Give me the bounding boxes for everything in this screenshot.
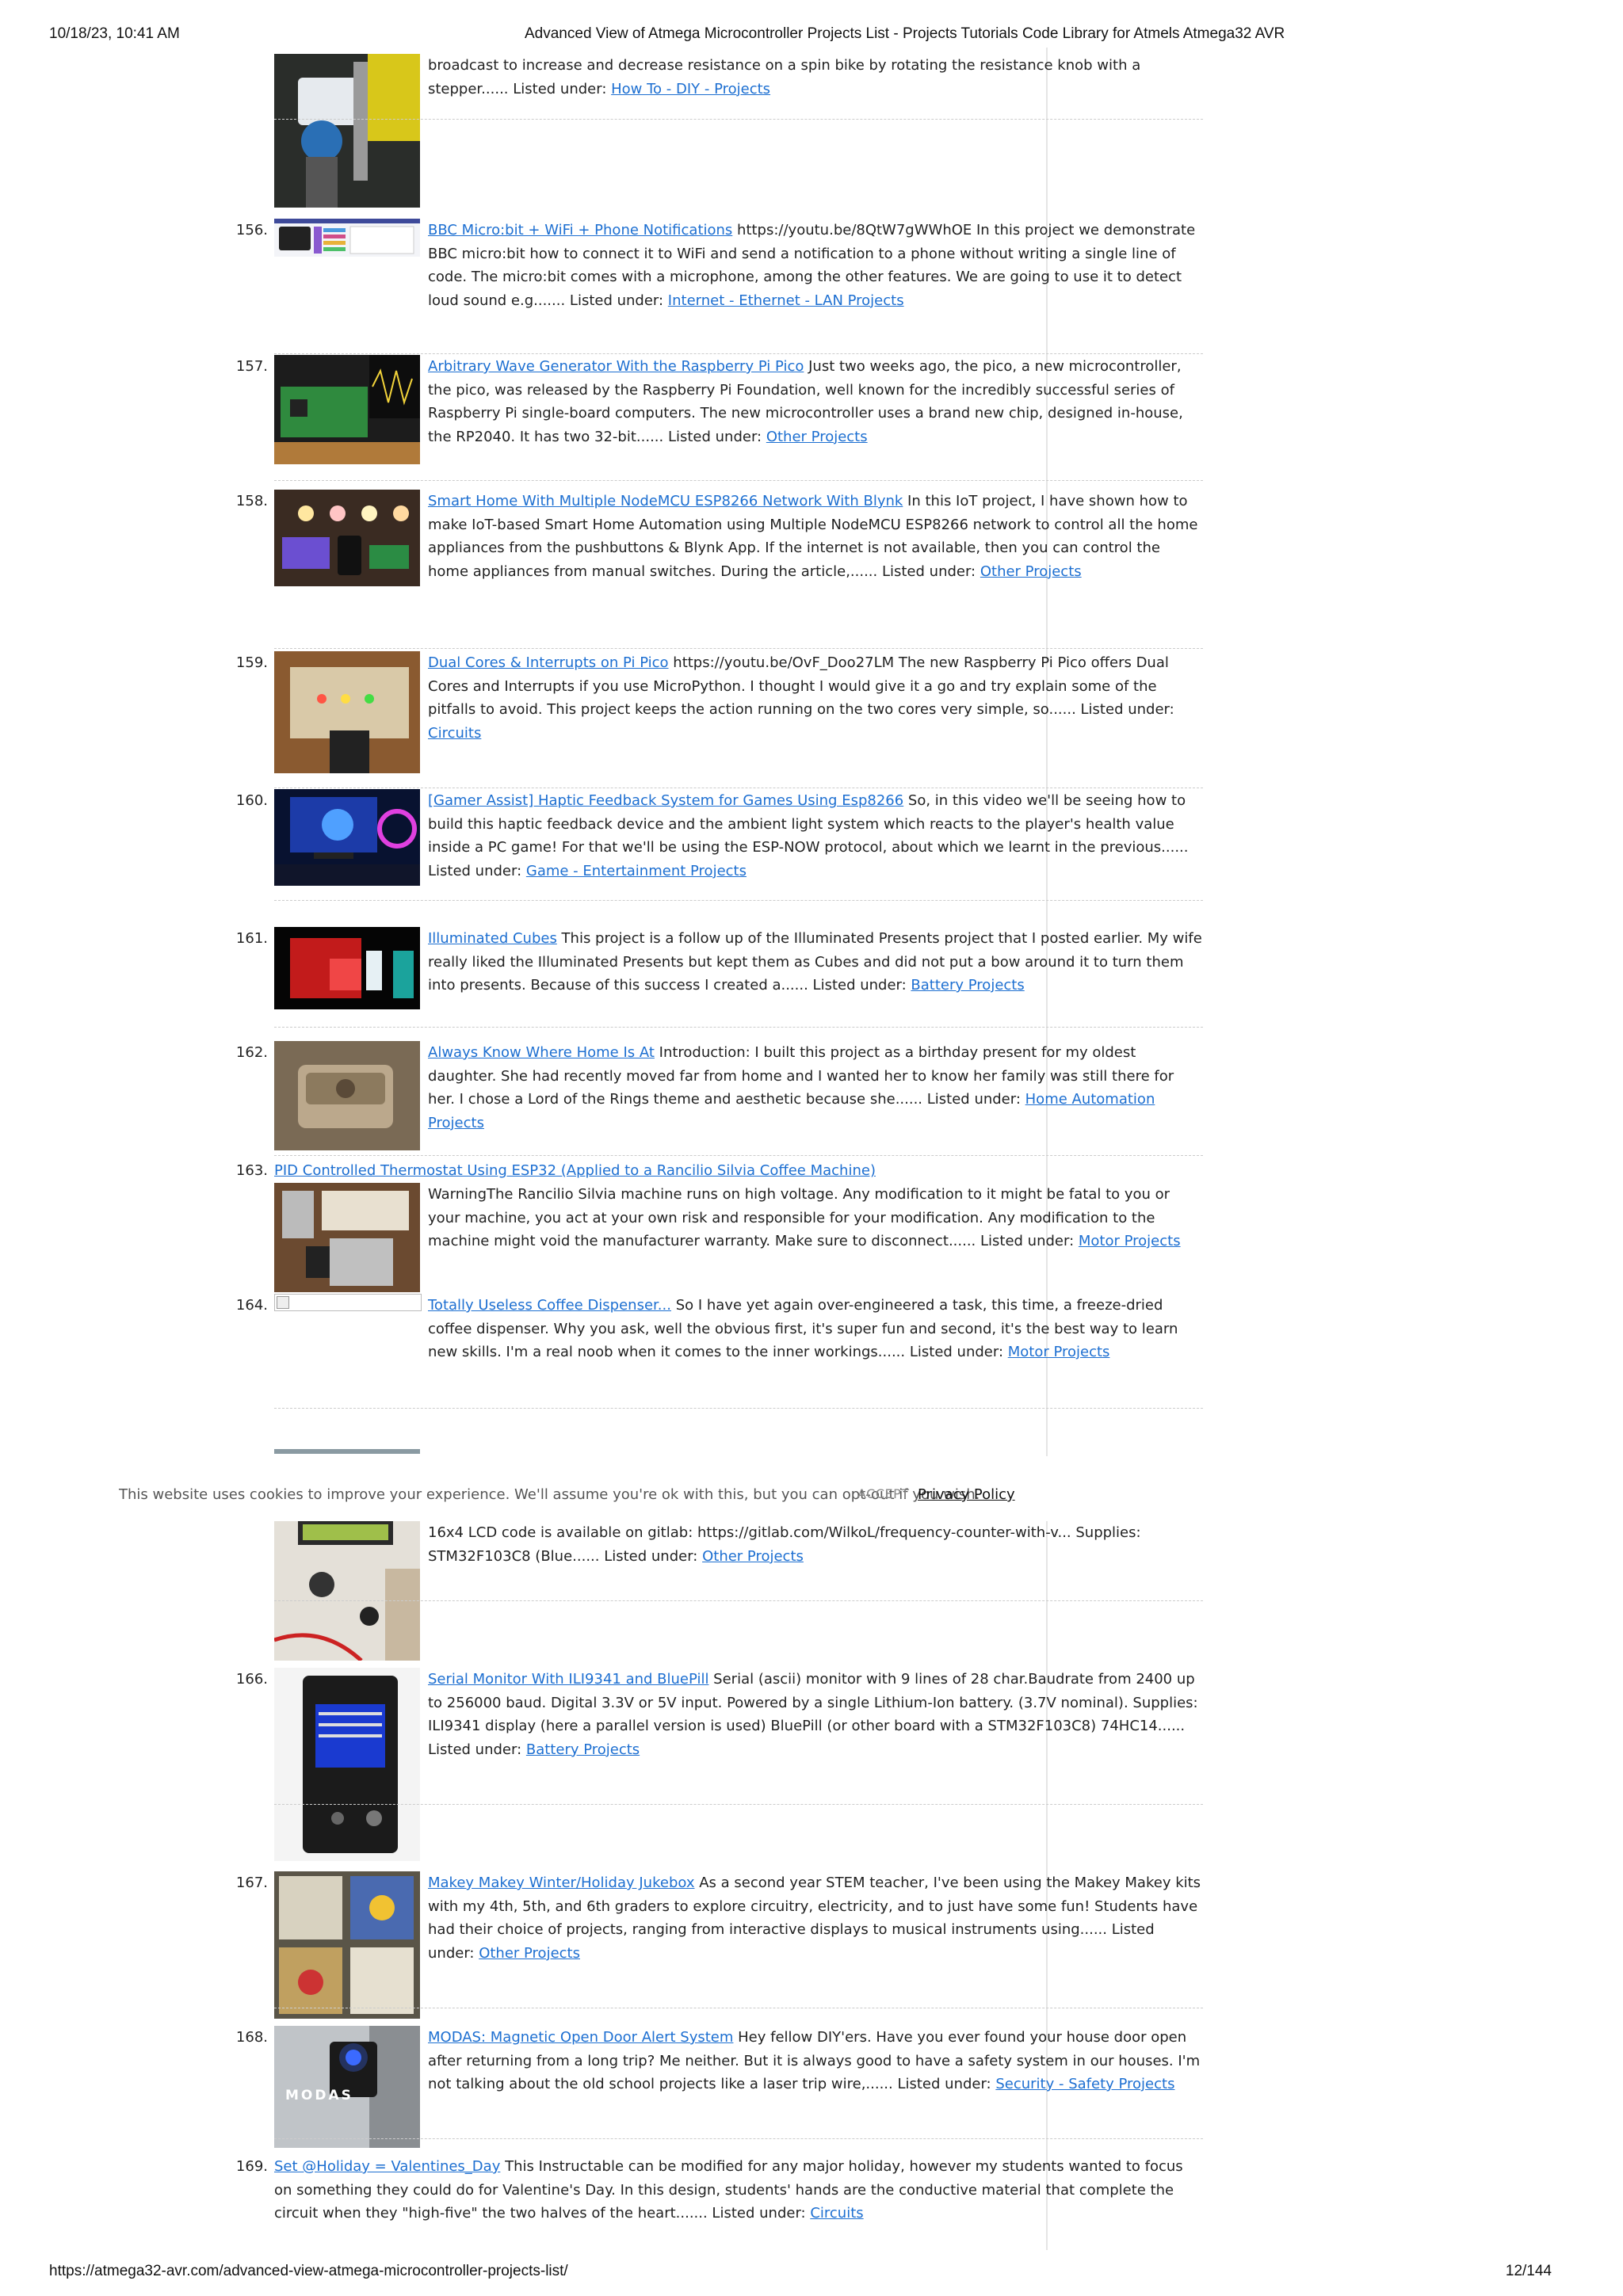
cookie-bar: This website uses cookies to improve you… [0, 1456, 1623, 1521]
print-datetime: 10/18/23, 10:41 AM [49, 25, 180, 42]
item-separator [274, 1804, 1203, 1805]
print-page-number: 12/144 [1505, 2263, 1552, 2279]
project-title-link[interactable]: PID Controlled Thermostat Using ESP32 (A… [274, 1162, 876, 1179]
category-link[interactable]: Security - Safety Projects [995, 2076, 1174, 2092]
project-title-link[interactable]: Totally Useless Coffee Dispenser... [428, 1297, 671, 1314]
project-title-link[interactable]: Illuminated Cubes [428, 930, 557, 947]
category-link[interactable]: Battery Projects [526, 1741, 640, 1758]
project-description: Serial Monitor With ILI9341 and BluePill… [428, 1671, 1198, 1758]
item-number: 156. [235, 222, 268, 238]
item-separator [274, 1155, 1203, 1156]
project-title-line: PID Controlled Thermostat Using ESP32 (A… [274, 1159, 1203, 1183]
item-separator [274, 1408, 1203, 1409]
item-number: 159. [235, 654, 268, 671]
project-title-link[interactable]: BBC Micro:bit + WiFi + Phone Notificatio… [428, 222, 732, 238]
project-thumbnail [274, 1183, 420, 1292]
project-thumbnail [274, 54, 420, 208]
project-thumbnail [274, 1521, 420, 1661]
project-title-link[interactable]: MODAS: Magnetic Open Door Alert System [428, 2029, 733, 2046]
print-header: 10/18/23, 10:41 AM Advanced View of Atme… [49, 25, 1574, 49]
item-number: 157. [235, 358, 268, 375]
project-title-link[interactable]: Always Know Where Home Is At [428, 1044, 655, 1061]
item-separator [274, 1027, 1203, 1028]
project-description: 16x4 LCD code is available on gitlab: ht… [428, 1524, 1141, 1565]
project-description: Smart Home With Multiple NodeMCU ESP8266… [428, 493, 1198, 580]
partial-thumbnail-top [274, 1449, 420, 1454]
thumbnail-caption: MODAS [285, 2088, 353, 2103]
category-link[interactable]: Game - Entertainment Projects [526, 863, 747, 879]
project-description: Totally Useless Coffee Dispenser... So I… [428, 1297, 1178, 1360]
privacy-policy-link[interactable]: Privacy Policy [918, 1486, 1015, 1503]
project-thumbnail [274, 927, 420, 1009]
category-link[interactable]: Battery Projects [911, 977, 1024, 994]
project-description: Illuminated Cubes This project is a foll… [428, 930, 1202, 994]
category-link[interactable]: Other Projects [766, 429, 868, 445]
category-link[interactable]: How To - DIY - Projects [611, 81, 770, 97]
project-thumbnail [274, 1871, 420, 2019]
project-title-link[interactable]: [Gamer Assist] Haptic Feedback System fo… [428, 792, 903, 809]
print-url: https://atmega32-avr.com/advanced-view-a… [49, 2263, 568, 2279]
item-separator [274, 119, 1203, 120]
item-number: 162. [235, 1044, 268, 1061]
project-thumbnail [274, 490, 420, 586]
item-number: 167. [235, 1875, 268, 1891]
category-link[interactable]: Motor Projects [1008, 1344, 1110, 1360]
category-link[interactable]: Other Projects [980, 563, 1082, 580]
category-link[interactable]: Circuits [810, 2205, 863, 2222]
project-thumbnail [274, 1041, 420, 1150]
category-link[interactable]: Other Projects [479, 1945, 580, 1962]
project-description: Always Know Where Home Is At Introductio… [428, 1044, 1174, 1131]
project-thumbnail [274, 355, 420, 464]
print-footer: https://atmega32-avr.com/advanced-view-a… [49, 2263, 1574, 2286]
project-title-link[interactable]: Dual Cores & Interrupts on Pi Pico [428, 654, 669, 671]
project-thumbnail [274, 219, 420, 257]
project-description: Makey Makey Winter/Holiday Jukebox As a … [428, 1875, 1201, 1962]
category-link[interactable]: Other Projects [702, 1548, 804, 1565]
item-separator [274, 1600, 1203, 1601]
item-number: 169. [235, 2158, 268, 2175]
project-title-link[interactable]: Makey Makey Winter/Holiday Jukebox [428, 1875, 694, 1891]
item-separator [274, 648, 1203, 649]
item-number: 158. [235, 493, 268, 509]
project-thumbnail [274, 789, 420, 886]
project-title-link[interactable]: Serial Monitor With ILI9341 and BluePill [428, 1671, 708, 1688]
item-separator [274, 900, 1203, 901]
project-title-link[interactable]: Set @Holiday = Valentines_Day [274, 2158, 500, 2175]
project-description: WarningThe Rancilio Silvia machine runs … [428, 1186, 1181, 1249]
category-link[interactable]: Internet - Ethernet - LAN Projects [668, 292, 904, 309]
item-number: 160. [235, 792, 268, 809]
category-link[interactable]: Circuits [428, 725, 481, 742]
item-separator [274, 480, 1203, 481]
project-description: MODAS: Magnetic Open Door Alert System H… [428, 2029, 1201, 2092]
project-description: Arbitrary Wave Generator With the Raspbe… [428, 358, 1183, 445]
category-link[interactable]: Motor Projects [1079, 1233, 1181, 1249]
project-title-link[interactable]: Smart Home With Multiple NodeMCU ESP8266… [428, 493, 903, 509]
project-description: Dual Cores & Interrupts on Pi Pico https… [428, 654, 1174, 742]
project-description: BBC Micro:bit + WiFi + Phone Notificatio… [428, 222, 1196, 309]
project-thumbnail [274, 651, 420, 773]
item-number: 163. [235, 1162, 268, 1179]
item-number: 166. [235, 1671, 268, 1688]
project-description: [Gamer Assist] Haptic Feedback System fo… [428, 792, 1189, 879]
print-title: Advanced View of Atmega Microcontroller … [525, 25, 1285, 42]
broken-image-icon [274, 1294, 422, 1311]
item-separator [274, 2138, 1203, 2139]
item-number: 168. [235, 2029, 268, 2046]
item-number: 161. [235, 930, 268, 947]
project-thumbnail [274, 1668, 420, 1861]
item-separator [274, 353, 1203, 354]
cookie-message: This website uses cookies to improve you… [119, 1486, 980, 1503]
project-title-link[interactable]: Arbitrary Wave Generator With the Raspbe… [428, 358, 804, 375]
project-description: Set @Holiday = Valentines_Day This Instr… [274, 2158, 1183, 2222]
project-description: broadcast to increase and decrease resis… [428, 57, 1141, 97]
item-number: 164. [235, 1297, 268, 1314]
cookie-accept-button[interactable]: ACCEPT [857, 1486, 910, 1501]
project-thumbnail: MODAS [274, 2026, 420, 2148]
